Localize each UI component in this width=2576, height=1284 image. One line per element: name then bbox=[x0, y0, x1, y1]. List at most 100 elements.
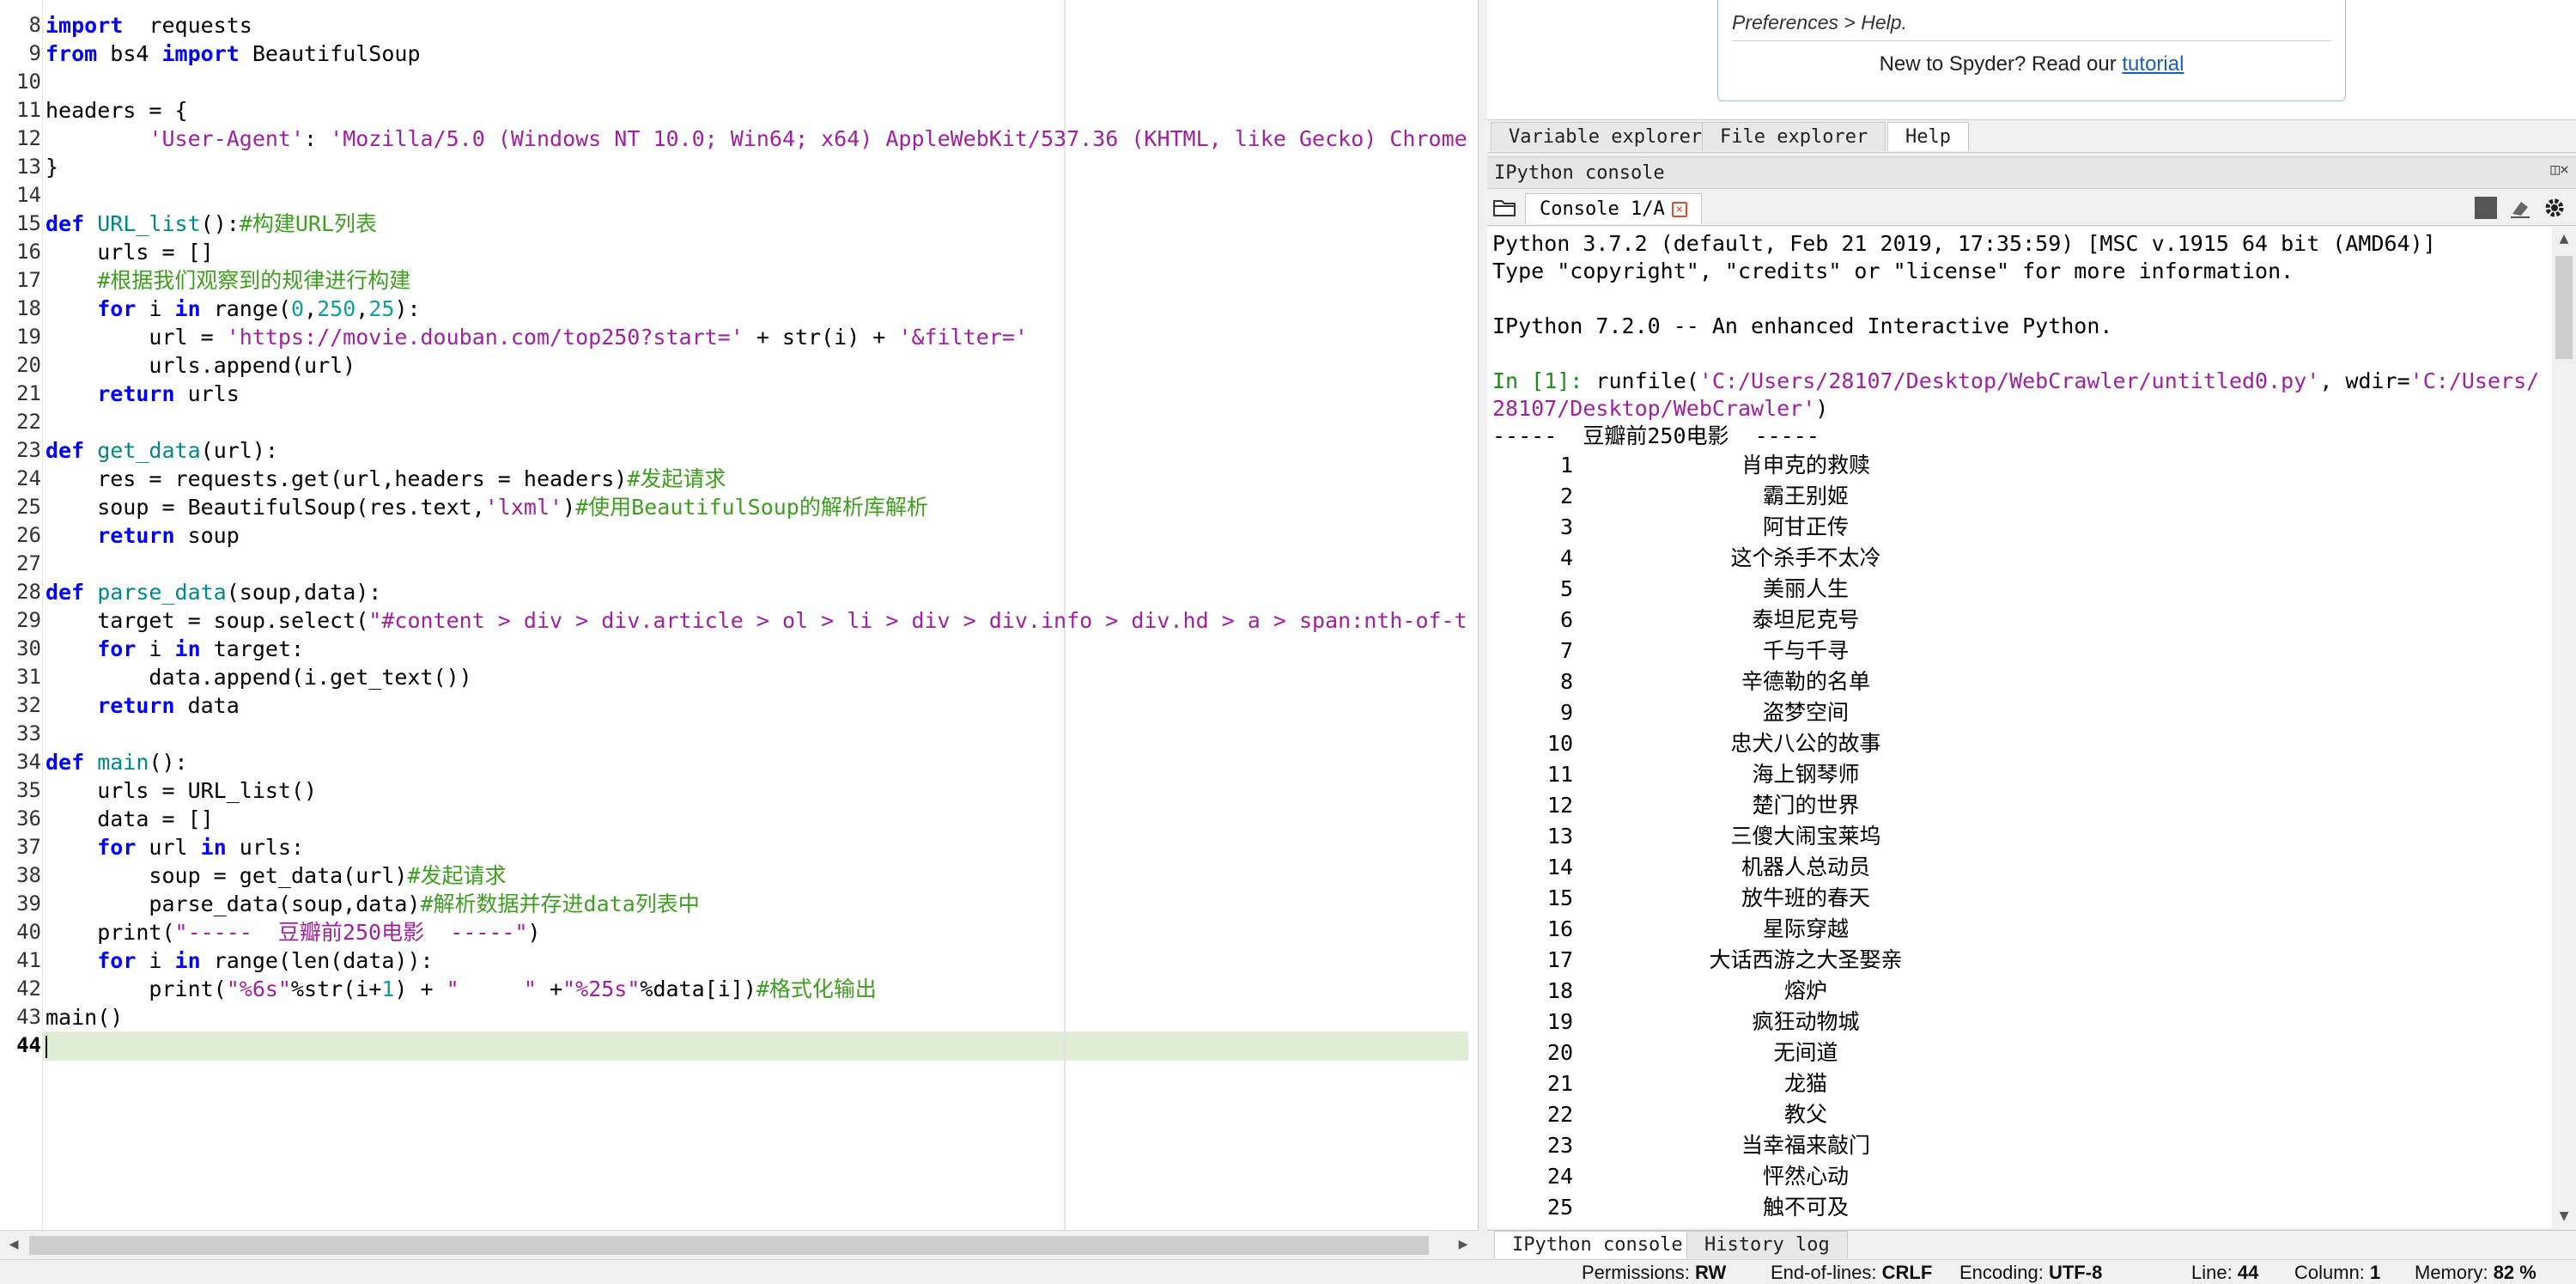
code-line[interactable]: 9 from bs4 import BeautifulSoup bbox=[0, 40, 1468, 68]
code-line[interactable]: 16 urls = [] bbox=[0, 238, 1468, 266]
code-line[interactable]: 43 main() bbox=[0, 1003, 1468, 1031]
console-token: runfile( bbox=[1595, 368, 1699, 393]
code-line[interactable]: 13} bbox=[0, 153, 1468, 181]
code-token: %str(i+ bbox=[290, 977, 382, 1001]
tutorial-link[interactable]: tutorial bbox=[2122, 52, 2184, 76]
code-text: for i in range(len(data)): bbox=[46, 946, 433, 975]
code-lines[interactable]: 8 import requests 9 from bs4 import Beautif… bbox=[0, 11, 1468, 1060]
tab-ipython-console[interactable]: IPython console bbox=[1494, 1231, 1701, 1258]
code-line[interactable]: 41 for i in range(len(data)): bbox=[0, 946, 1468, 975]
code-line[interactable]: 8 import requests bbox=[0, 11, 1468, 40]
code-line[interactable]: 12 'User-Agent': 'Mozilla/5.0 (Windows N… bbox=[0, 125, 1468, 153]
code-line[interactable]: 31 data.append(i.get_text()) bbox=[0, 663, 1468, 691]
code-line[interactable]: 22 bbox=[0, 408, 1468, 436]
line-number: 29 bbox=[16, 608, 41, 632]
right-pane: Preferences > Help. New to Spyder? Read … bbox=[1487, 0, 2576, 1259]
divider bbox=[1732, 40, 2331, 41]
code-line[interactable]: 20 urls.append(url) bbox=[0, 351, 1468, 380]
tab-history-log[interactable]: History log bbox=[1686, 1231, 1848, 1258]
undock-icon[interactable]: ◫× bbox=[2550, 161, 2569, 179]
movie-title: 大话西游之大圣娶亲 bbox=[1709, 947, 1903, 972]
code-text: return soup bbox=[46, 521, 240, 550]
console-banner-line bbox=[1492, 285, 2549, 313]
console-vertical-scrollbar[interactable]: ▲ ▼ bbox=[2552, 227, 2576, 1228]
line-number: 41 bbox=[16, 948, 41, 972]
line-number: 28 bbox=[16, 580, 41, 604]
scrollbar-thumb[interactable] bbox=[2555, 256, 2573, 359]
code-line[interactable]: 36 data = [] bbox=[0, 805, 1468, 833]
scroll-right-icon[interactable]: ▶ bbox=[1451, 1232, 1475, 1257]
code-line[interactable]: 23 def get_data(url): bbox=[0, 436, 1468, 465]
code-line[interactable]: 38 soup = get_data(url)#发起请求 bbox=[0, 861, 1468, 890]
code-line[interactable]: 35 urls = URL_list() bbox=[0, 776, 1468, 805]
code-line[interactable]: 21 return urls bbox=[0, 380, 1468, 408]
code-line[interactable]: 42 print("%6s"%str(i+1) + " " +"%25s"%da… bbox=[0, 975, 1468, 1003]
top-tab-bar: Variable explorer File explorer Help bbox=[1487, 120, 2576, 153]
movie-row: 4 这个杀手不太冷 bbox=[1492, 543, 2549, 574]
code-line[interactable]: 32 return data bbox=[0, 691, 1468, 720]
code-token: def bbox=[46, 580, 85, 605]
tab-console-1a[interactable]: Console 1/A × bbox=[1525, 193, 1702, 224]
code-line[interactable]: 25 soup = BeautifulSoup(res.text,'lxml')… bbox=[0, 493, 1468, 521]
code-token: def bbox=[46, 750, 85, 775]
movie-row: 6 泰坦尼克号 bbox=[1492, 605, 2549, 636]
movie-row: 8 辛德勒的名单 bbox=[1492, 666, 2549, 697]
code-line[interactable]: 15 def URL_list():#构建URL列表 bbox=[0, 210, 1468, 238]
code-line[interactable]: 39 parse_data(soup,data)#解析数据并存进data列表中 bbox=[0, 890, 1468, 918]
stop-icon[interactable] bbox=[2475, 197, 2497, 219]
code-token: data.append(i.get_text()) bbox=[46, 665, 472, 690]
code-editor[interactable]: 8 import requests 9 from bs4 import Beautif… bbox=[0, 0, 1479, 1230]
code-line[interactable]: 27 bbox=[0, 550, 1468, 578]
code-line[interactable]: 17 #根据我们观察到的规律进行构建 bbox=[0, 266, 1468, 295]
tab-file-explorer[interactable]: File explorer bbox=[1702, 122, 1886, 151]
code-line[interactable]: 14 bbox=[0, 181, 1468, 210]
eraser-icon[interactable] bbox=[2509, 197, 2531, 219]
editor-horizontal-scrollbar[interactable]: ◀ ▶ bbox=[0, 1230, 1479, 1259]
code-line[interactable]: 24 res = requests.get(url,headers = head… bbox=[0, 465, 1468, 493]
code-line[interactable]: 34 def main(): bbox=[0, 748, 1468, 776]
code-token: soup bbox=[174, 523, 240, 548]
code-line[interactable]: 19 url = 'https://movie.douban.com/top25… bbox=[0, 323, 1468, 351]
code-text: res = requests.get(url,headers = headers… bbox=[46, 465, 726, 493]
code-line[interactable]: 33 bbox=[0, 720, 1468, 748]
code-token: + str(i) + bbox=[743, 325, 899, 350]
code-line[interactable]: 28 def parse_data(soup,data): bbox=[0, 578, 1468, 606]
code-token: bs4 bbox=[97, 41, 162, 66]
scroll-up-icon[interactable]: ▲ bbox=[2552, 227, 2576, 251]
tab-help[interactable]: Help bbox=[1887, 122, 1969, 151]
help-hint-text: Preferences > Help. bbox=[1732, 11, 1907, 33]
folder-icon[interactable] bbox=[1492, 197, 1516, 217]
code-line[interactable]: 37 for url in urls: bbox=[0, 833, 1468, 861]
scrollbar-thumb[interactable] bbox=[29, 1236, 1429, 1255]
code-token: parse_data(soup,data) bbox=[46, 891, 421, 916]
console-token: 'C:/Users/ bbox=[2409, 368, 2540, 393]
line-number: 9 bbox=[28, 41, 41, 65]
code-line[interactable]: 40 print("----- 豆瓣前250电影 -----") bbox=[0, 918, 1468, 946]
code-line[interactable]: 29 target = soup.select("#content > div … bbox=[0, 606, 1468, 635]
code-line[interactable]: 18 for i in range(0,250,25): bbox=[0, 295, 1468, 323]
movie-rank: 24 bbox=[1546, 1164, 1573, 1189]
code-line[interactable]: 30 for i in target: bbox=[0, 635, 1468, 663]
code-text: soup = get_data(url)#发起请求 bbox=[46, 861, 507, 890]
line-number: 34 bbox=[16, 750, 41, 774]
console-lines: Python 3.7.2 (default, Feb 21 2019, 17:3… bbox=[1492, 230, 2549, 1223]
status-label: Permissions: bbox=[1582, 1262, 1690, 1283]
scroll-down-icon[interactable]: ▼ bbox=[2552, 1204, 2576, 1228]
code-line[interactable]: 10 bbox=[0, 68, 1468, 96]
pane-splitter[interactable] bbox=[1479, 0, 1487, 1259]
gear-icon[interactable] bbox=[2543, 197, 2566, 219]
tab-variable-explorer[interactable]: Variable explorer bbox=[1491, 122, 1721, 151]
scroll-left-icon[interactable]: ◀ bbox=[2, 1232, 26, 1257]
movie-rank: 18 bbox=[1546, 978, 1573, 1003]
movie-row: 25 触不可及 bbox=[1492, 1192, 2549, 1223]
status-encoding: Encoding: UTF-8 bbox=[1959, 1262, 2102, 1284]
close-icon[interactable]: × bbox=[1671, 202, 1687, 217]
console-output[interactable]: Python 3.7.2 (default, Feb 21 2019, 17:3… bbox=[1487, 227, 2552, 1228]
code-line[interactable]: 44 bbox=[0, 1031, 1468, 1060]
code-line[interactable]: 11 headers = { bbox=[0, 96, 1468, 125]
code-token: #发起请求 bbox=[407, 863, 507, 888]
code-line[interactable]: 26 return soup bbox=[0, 521, 1468, 550]
